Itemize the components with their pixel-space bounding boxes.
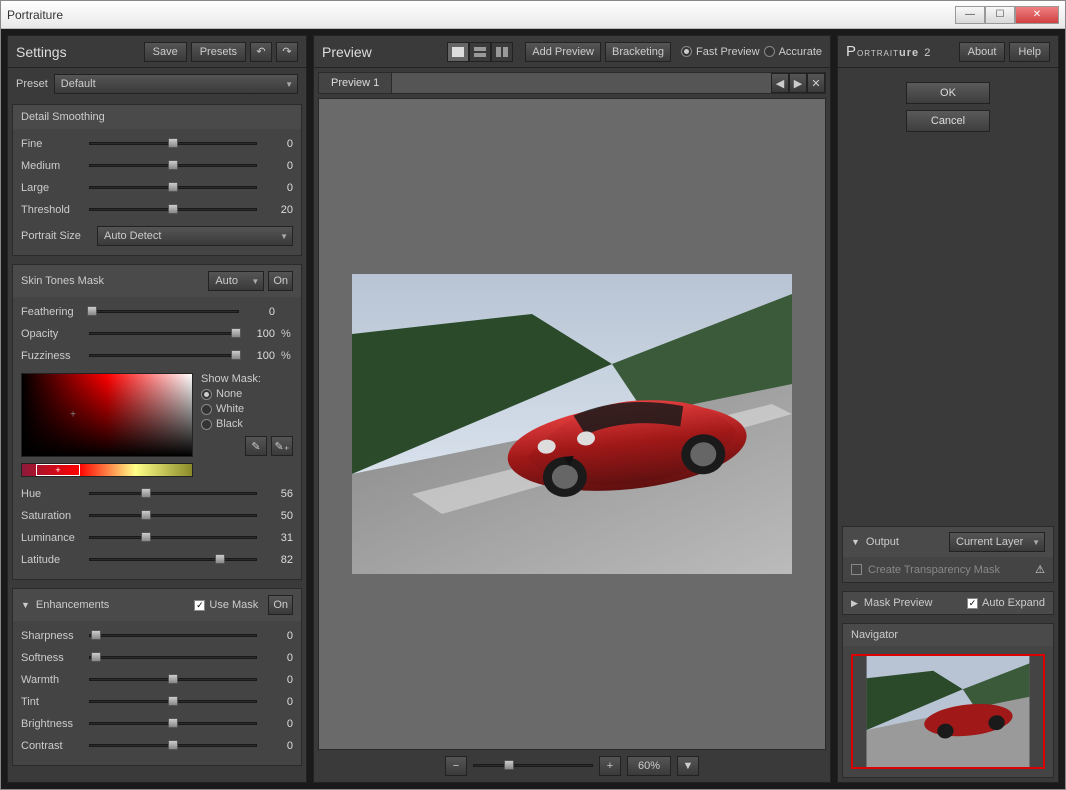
brightness-slider[interactable]	[89, 717, 257, 731]
close-button[interactable]: ✕	[1015, 6, 1059, 24]
output-title: Output	[866, 536, 899, 548]
bracketing-button[interactable]: Bracketing	[605, 42, 671, 62]
sharpness-slider[interactable]	[89, 629, 257, 643]
saturation-slider[interactable]	[89, 509, 257, 523]
mask-preview-title: Mask Preview	[864, 597, 932, 609]
large-slider[interactable]	[89, 181, 257, 195]
luminance-slider[interactable]	[89, 531, 257, 545]
detail-smoothing-panel: Detail Smoothing Fine0 Medium0 Large0 Th…	[12, 104, 302, 256]
settings-title: Settings	[16, 44, 67, 60]
tint-slider[interactable]	[89, 695, 257, 709]
preview-panel: Preview Add Preview Bracketing Fast Prev…	[313, 35, 831, 783]
save-button[interactable]: Save	[144, 42, 187, 62]
tab-next-button[interactable]: ▶	[789, 73, 807, 93]
show-mask-label: Show Mask:	[201, 373, 293, 385]
help-button[interactable]: Help	[1009, 42, 1050, 62]
preset-select[interactable]: Default	[54, 74, 298, 94]
undo-button[interactable]: ↶	[250, 42, 272, 62]
enh-title: Enhancements	[36, 599, 109, 611]
output-panel: ▼ Output Current Layer Create Transparen…	[842, 526, 1054, 583]
opacity-slider[interactable]	[89, 327, 239, 341]
skin-tones-panel: Skin Tones Mask Auto On Feathering0 Opac…	[12, 264, 302, 580]
zoom-value[interactable]: 60%	[627, 756, 671, 776]
mask-mode-select[interactable]: Auto	[208, 271, 264, 291]
portrait-size-select[interactable]: Auto Detect	[97, 226, 293, 246]
fast-preview-radio[interactable]: Fast Preview	[681, 46, 760, 58]
mask-title: Skin Tones Mask	[21, 275, 104, 287]
enh-toggle[interactable]: On	[268, 595, 293, 615]
zoom-slider[interactable]	[473, 759, 593, 773]
mask-preview-panel: ▶ Mask Preview Auto Expand	[842, 591, 1054, 615]
zoom-menu-button[interactable]: ▼	[677, 756, 699, 776]
zoom-in-button[interactable]: +	[599, 756, 621, 776]
right-panel: Portraiture 2 About Help OK Cancel ▼ Out…	[837, 35, 1059, 783]
auto-expand-checkbox[interactable]	[967, 598, 978, 609]
mask-white-radio[interactable]: White	[201, 403, 293, 415]
chevron-right-icon[interactable]: ▶	[851, 598, 858, 609]
preview-image	[352, 274, 792, 574]
add-preview-button[interactable]: Add Preview	[525, 42, 601, 62]
mask-none-radio[interactable]: None	[201, 388, 293, 400]
view-split-v-button[interactable]	[491, 42, 513, 62]
softness-slider[interactable]	[89, 651, 257, 665]
minimize-button[interactable]: —	[955, 6, 985, 24]
latitude-slider[interactable]	[89, 553, 257, 567]
detail-title: Detail Smoothing	[21, 111, 105, 123]
preview-canvas[interactable]	[318, 98, 826, 750]
output-target-select[interactable]: Current Layer	[949, 532, 1045, 552]
cancel-button[interactable]: Cancel	[906, 110, 990, 132]
mask-black-radio[interactable]: Black	[201, 418, 293, 430]
ok-button[interactable]: OK	[906, 82, 990, 104]
zoom-out-button[interactable]: −	[445, 756, 467, 776]
warning-icon: ⚠	[1035, 563, 1045, 576]
feathering-slider[interactable]	[89, 305, 239, 319]
use-mask-checkbox[interactable]	[194, 600, 205, 611]
transparency-checkbox[interactable]	[851, 564, 862, 575]
eyedropper-button[interactable]: ✎	[245, 436, 267, 456]
warmth-slider[interactable]	[89, 673, 257, 687]
color-picker[interactable]: +	[21, 373, 193, 457]
fuzziness-slider[interactable]	[89, 349, 239, 363]
about-button[interactable]: About	[959, 42, 1006, 62]
preview-title: Preview	[322, 44, 372, 60]
chevron-down-icon[interactable]: ▼	[21, 600, 30, 610]
titlebar: Portraiture — ☐ ✕	[1, 1, 1065, 29]
medium-slider[interactable]	[89, 159, 257, 173]
accurate-radio[interactable]: Accurate	[764, 46, 822, 58]
hue-bar[interactable]: +	[21, 463, 193, 477]
mask-toggle[interactable]: On	[268, 271, 293, 291]
presets-button[interactable]: Presets	[191, 42, 246, 62]
settings-panel: Settings Save Presets ↶ ↷ Preset Default…	[7, 35, 307, 783]
chevron-down-icon[interactable]: ▼	[851, 537, 860, 547]
enhancements-panel: ▼ Enhancements Use Mask On Sharpness0 So…	[12, 588, 302, 766]
contrast-slider[interactable]	[89, 739, 257, 753]
navigator-image[interactable]	[851, 654, 1045, 769]
threshold-slider[interactable]	[89, 203, 257, 217]
view-single-button[interactable]	[447, 42, 469, 62]
brand-label: Portraiture 2	[846, 43, 931, 60]
navigator-title: Navigator	[851, 629, 898, 641]
redo-button[interactable]: ↷	[276, 42, 298, 62]
view-split-h-button[interactable]	[469, 42, 491, 62]
navigator-panel: Navigator	[842, 623, 1054, 778]
preset-label: Preset	[16, 78, 48, 90]
window-title: Portraiture	[7, 8, 63, 22]
maximize-button[interactable]: ☐	[985, 6, 1015, 24]
tab-prev-button[interactable]: ◀	[771, 73, 789, 93]
hue-slider[interactable]	[89, 487, 257, 501]
preview-tab-1[interactable]: Preview 1	[319, 73, 392, 93]
fine-slider[interactable]	[89, 137, 257, 151]
tab-close-button[interactable]: ✕	[807, 73, 825, 93]
eyedropper-add-button[interactable]: ✎₊	[271, 436, 293, 456]
